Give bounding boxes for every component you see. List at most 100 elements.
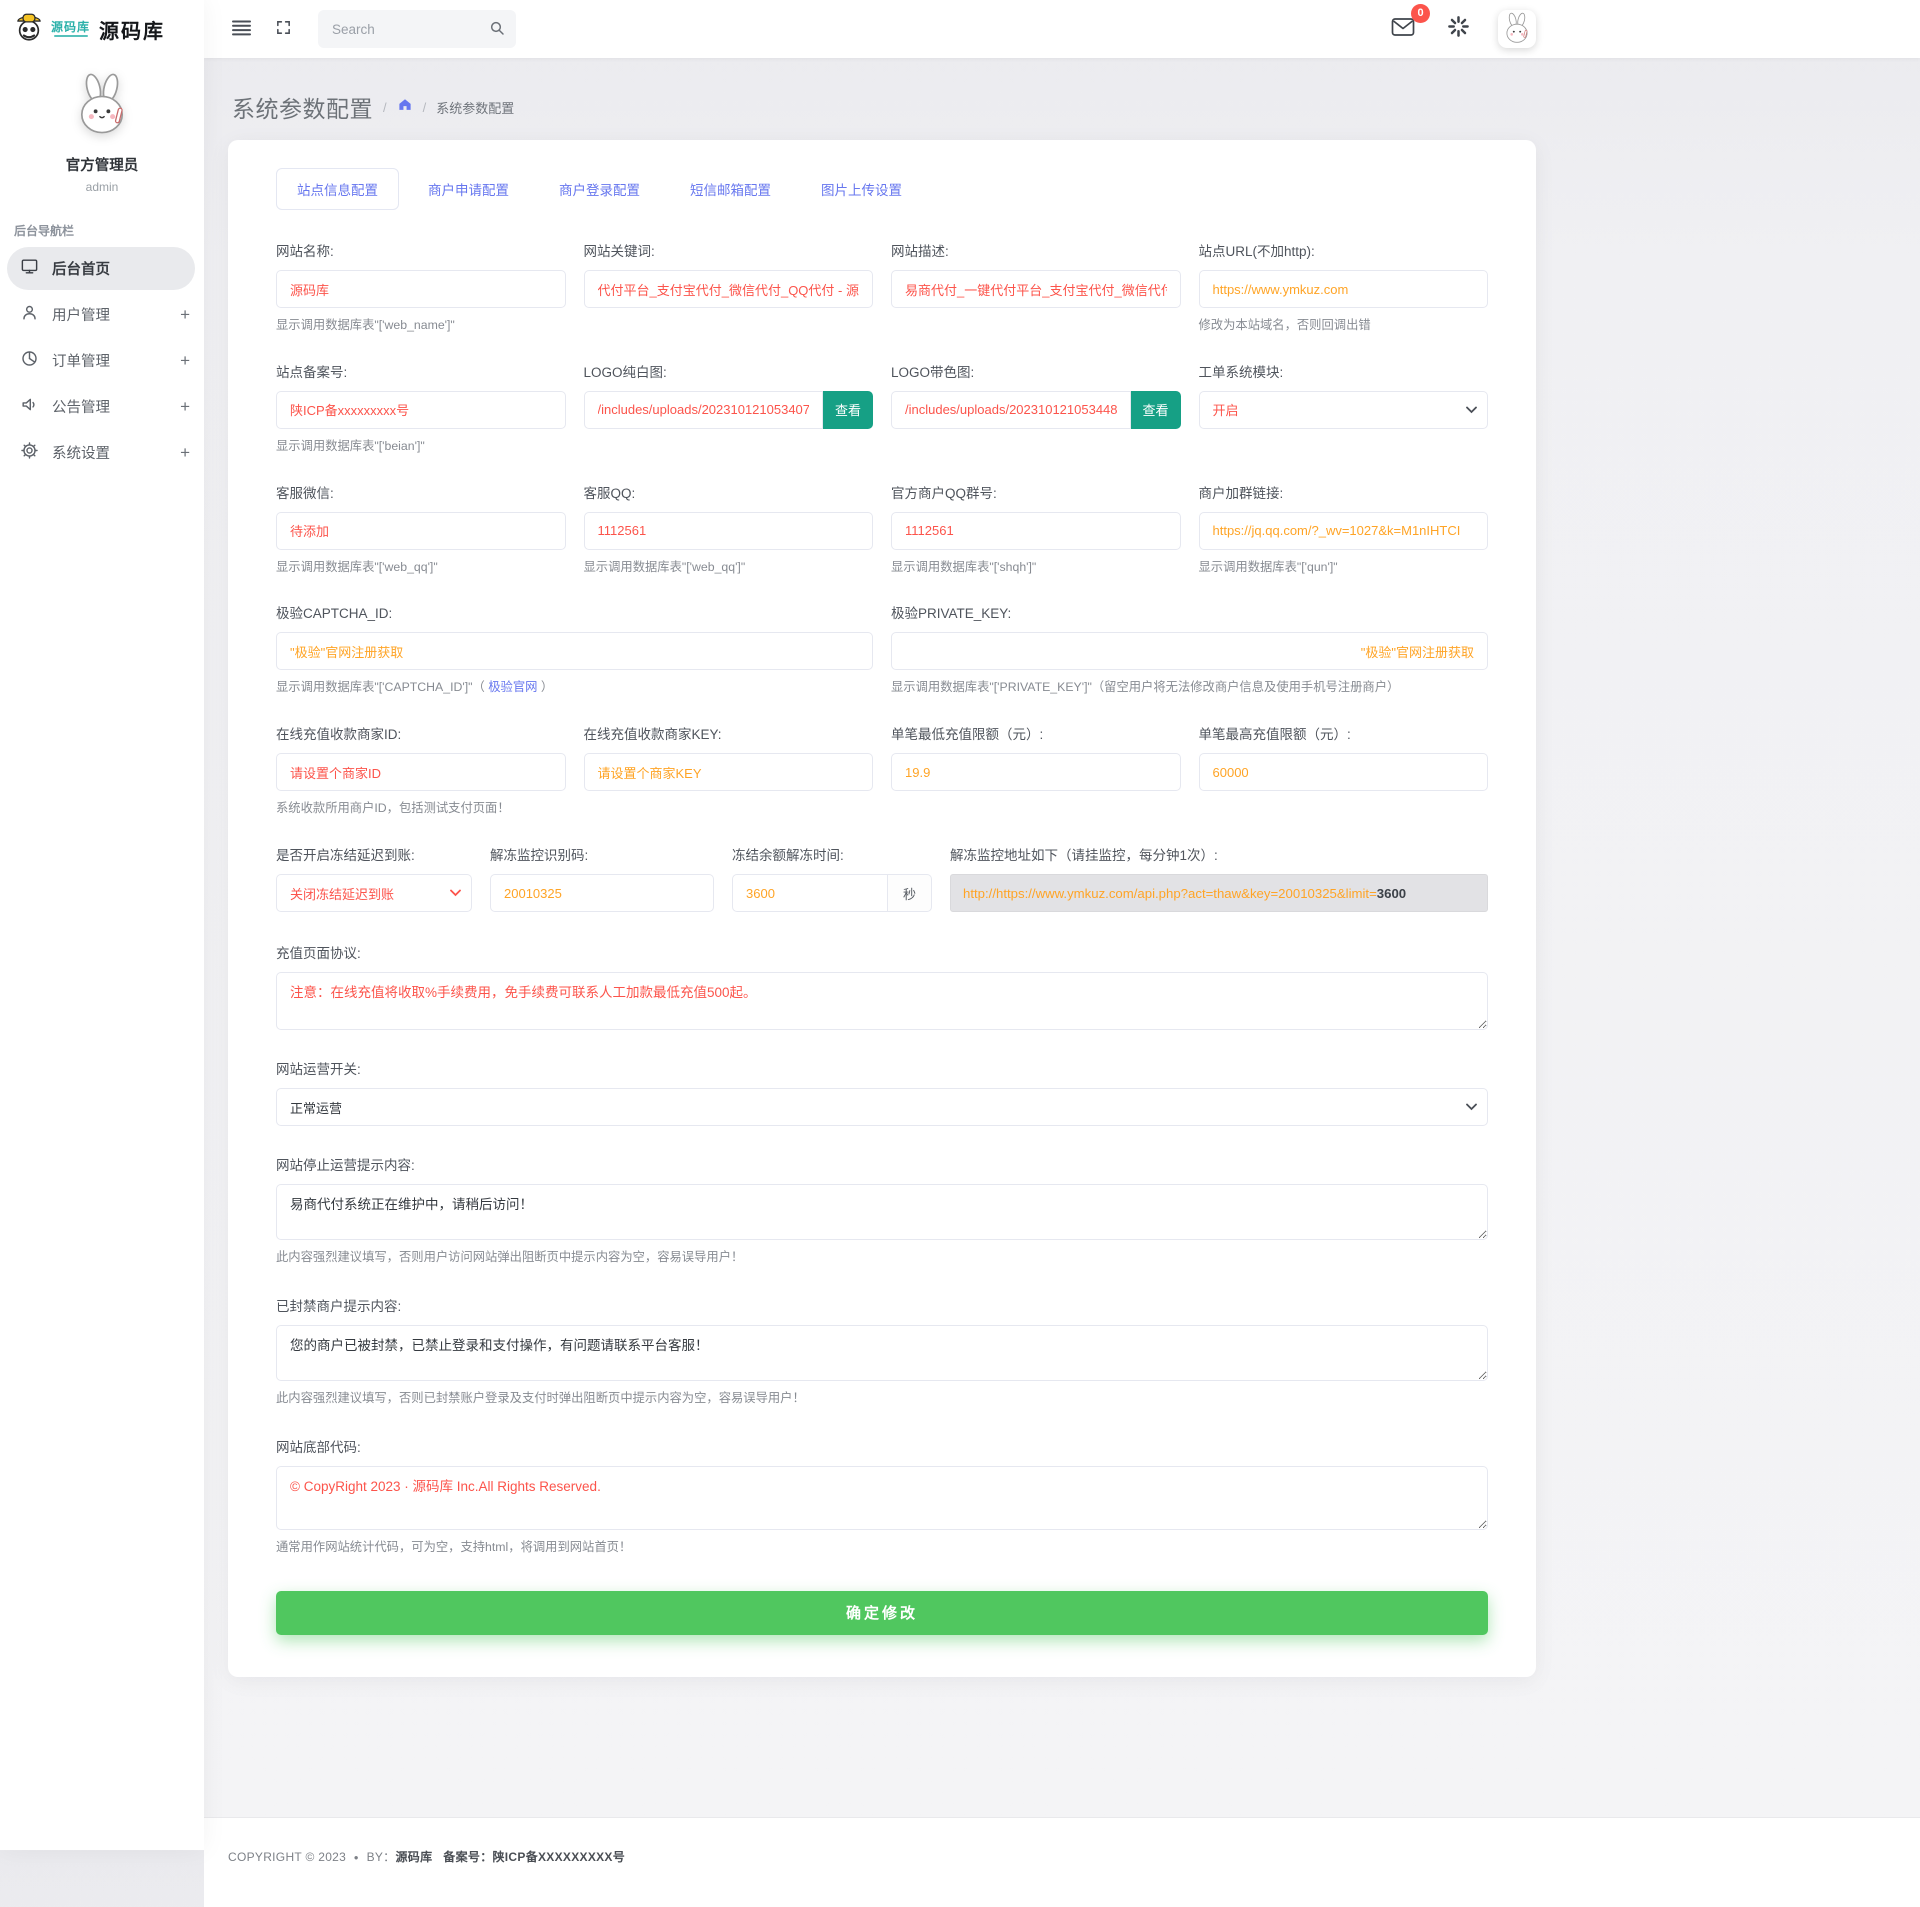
tab-image-upload[interactable]: 图片上传设置 <box>800 168 923 210</box>
logo-color-view-button[interactable]: 查看 <box>1130 390 1181 429</box>
page-footer: COPYRIGHT © 2023 ● BY：源码库 备案号：陕ICP备XXXXX… <box>204 1816 1920 1907</box>
tab-sms-email[interactable]: 短信邮箱配置 <box>669 168 792 210</box>
merchant-id-label: 在线充值收款商家ID: <box>276 727 402 743</box>
private-key-input[interactable] <box>891 632 1488 671</box>
private-key-helper: 显示调用数据库表"['PRIVATE_KEY']"（留空用户将无法修改商户信息及… <box>891 680 1400 695</box>
brand[interactable]: 源码库 源码库 <box>0 0 204 58</box>
monitor-url-box: http://https://www.ymkuz.com/api.php?act… <box>950 874 1488 913</box>
tab-merchant-apply[interactable]: 商户申请配置 <box>407 168 530 210</box>
chevron-down-icon <box>1466 406 1477 414</box>
navbar-avatar[interactable] <box>1498 10 1536 48</box>
qq-input[interactable] <box>583 511 873 550</box>
recharge-protocol-label: 充值页面协议: <box>276 946 361 962</box>
beian-helper: 显示调用数据库表"['beian']" <box>276 438 425 453</box>
site-name-input[interactable] <box>276 270 566 308</box>
logo-color-input[interactable] <box>891 390 1131 429</box>
tab-merchant-login[interactable]: 商户登录配置 <box>538 168 661 210</box>
description-input[interactable] <box>891 270 1181 308</box>
sidebar: 源码库 源码库 官方管理员 admin 后台导航栏 后台首页 用户管理 + 订单… <box>0 0 204 1850</box>
page-content: 系统参数配置 / / 系统参数配置 站点信息配置 商户申请配置 商户登录配置 短… <box>204 90 1560 1677</box>
speaker-icon <box>20 395 39 418</box>
freeze-delay-select[interactable]: 关闭冻结延迟到账 <box>276 874 472 913</box>
submit-button[interactable]: 确定修改 <box>276 1590 1488 1635</box>
brand-underline <box>53 35 88 37</box>
merchant-key-label: 在线充值收款商家KEY: <box>583 727 722 743</box>
messages-button[interactable]: 0 <box>1387 3 1430 46</box>
brand-logo-icon <box>12 10 46 49</box>
min-recharge-input[interactable] <box>891 753 1181 792</box>
ban-notice-helper: 此内容强烈建议填写，否则已封禁账户登录及支付时弹出阻断页中提示内容为空，容易误导… <box>276 1390 805 1405</box>
footer-by: BY： <box>366 1849 396 1864</box>
sidebar-section-label: 后台导航栏 <box>14 224 75 238</box>
home-icon[interactable] <box>397 97 413 117</box>
footer-bullet: ● <box>353 1852 359 1862</box>
spinner-icon <box>1447 15 1470 43</box>
footer-code-textarea[interactable] <box>276 1465 1488 1530</box>
qq-label: 客服QQ: <box>583 485 636 501</box>
footer-brand: 源码库 <box>395 1849 433 1864</box>
avatar[interactable] <box>68 72 136 145</box>
description-label: 网站描述: <box>891 244 949 259</box>
search-icon[interactable] <box>489 20 505 41</box>
keywords-label: 网站关键词: <box>583 244 655 259</box>
sidebar-item-settings[interactable]: 系统设置 + <box>0 431 204 474</box>
keywords-input[interactable] <box>583 270 873 308</box>
recharge-protocol-textarea[interactable] <box>276 972 1488 1031</box>
monitor-code-input[interactable] <box>490 874 714 913</box>
fullscreen-button[interactable] <box>271 15 296 43</box>
sidebar-item-users[interactable]: 用户管理 + <box>0 293 204 336</box>
sidebar-item-dashboard[interactable]: 后台首页 <box>7 247 195 290</box>
max-recharge-label: 单笔最高充值限额（元）: <box>1198 727 1351 743</box>
expand-plus-icon: + <box>180 442 190 462</box>
qq-group-input[interactable] <box>891 511 1181 550</box>
thaw-time-unit: 秒 <box>888 874 932 913</box>
brand-mini: 源码库 <box>51 21 90 37</box>
site-url-input[interactable] <box>1198 270 1488 308</box>
private-key-label: 极验PRIVATE_KEY: <box>891 606 1012 622</box>
message-count-badge: 0 <box>1411 3 1430 23</box>
wechat-input[interactable] <box>276 511 566 550</box>
qq-group-label: 官方商户QQ群号: <box>891 485 997 501</box>
search-input[interactable] <box>318 10 516 48</box>
site-name-helper: 显示调用数据库表"['web_name']" <box>276 318 455 332</box>
logo-white-input[interactable] <box>583 390 823 429</box>
beian-input[interactable] <box>276 390 566 429</box>
brand-title: 源码库 <box>99 20 166 43</box>
wechat-helper: 显示调用数据库表"['web_qq']" <box>276 559 438 574</box>
group-link-input[interactable] <box>1198 511 1488 550</box>
footer-code-label: 网站底部代码: <box>276 1439 361 1455</box>
chevron-down-icon <box>1466 1103 1477 1111</box>
merchant-id-input[interactable] <box>276 753 566 792</box>
sidebar-item-label: 订单管理 <box>52 354 110 370</box>
stop-notice-label: 网站停止运营提示内容: <box>276 1158 415 1174</box>
sidebar-item-announcements[interactable]: 公告管理 + <box>0 385 204 428</box>
monitor-icon <box>20 257 39 280</box>
settings-card: 站点信息配置 商户申请配置 商户登录配置 短信邮箱配置 图片上传设置 网站名称:… <box>228 140 1536 1677</box>
max-recharge-input[interactable] <box>1198 753 1488 792</box>
breadcrumb-current: 系统参数配置 <box>436 100 515 116</box>
merchant-id-helper: 系统收款所用商户ID，包括测试支付页面！ <box>276 801 510 816</box>
loader-button[interactable] <box>1443 11 1474 47</box>
logo-white-view-button[interactable]: 查看 <box>823 390 873 429</box>
ban-notice-textarea[interactable] <box>276 1324 1488 1381</box>
sidebar-item-orders[interactable]: 订单管理 + <box>0 339 204 382</box>
sidebar-item-label: 公告管理 <box>52 400 110 416</box>
sidebar-toggle-button[interactable] <box>228 16 255 43</box>
footer-copyright: COPYRIGHT © 2023 <box>228 1849 347 1864</box>
merchant-key-input[interactable] <box>583 753 873 792</box>
group-link-label: 商户加群链接: <box>1198 485 1284 501</box>
freeze-delay-label: 是否开启冻结延迟到账: <box>276 848 415 864</box>
footer-code-helper: 通常用作网站统计代码，可为空，支持html，将调用到网站首页！ <box>276 1539 632 1554</box>
pie-chart-icon <box>20 349 39 372</box>
sidebar-item-label: 用户管理 <box>52 308 110 324</box>
thaw-time-input[interactable] <box>732 874 888 913</box>
captcha-id-input[interactable] <box>276 632 873 671</box>
site-switch-select[interactable]: 正常运营 <box>276 1088 1488 1127</box>
geetest-link[interactable]: 极验官网 <box>488 680 537 694</box>
stop-notice-textarea[interactable] <box>276 1184 1488 1241</box>
ticket-module-select[interactable]: 开启 <box>1198 390 1488 429</box>
wechat-label: 客服微信: <box>276 485 334 501</box>
expand-plus-icon: + <box>180 350 190 370</box>
ticket-module-label: 工单系统模块: <box>1198 364 1284 380</box>
tab-site-info[interactable]: 站点信息配置 <box>276 168 399 210</box>
